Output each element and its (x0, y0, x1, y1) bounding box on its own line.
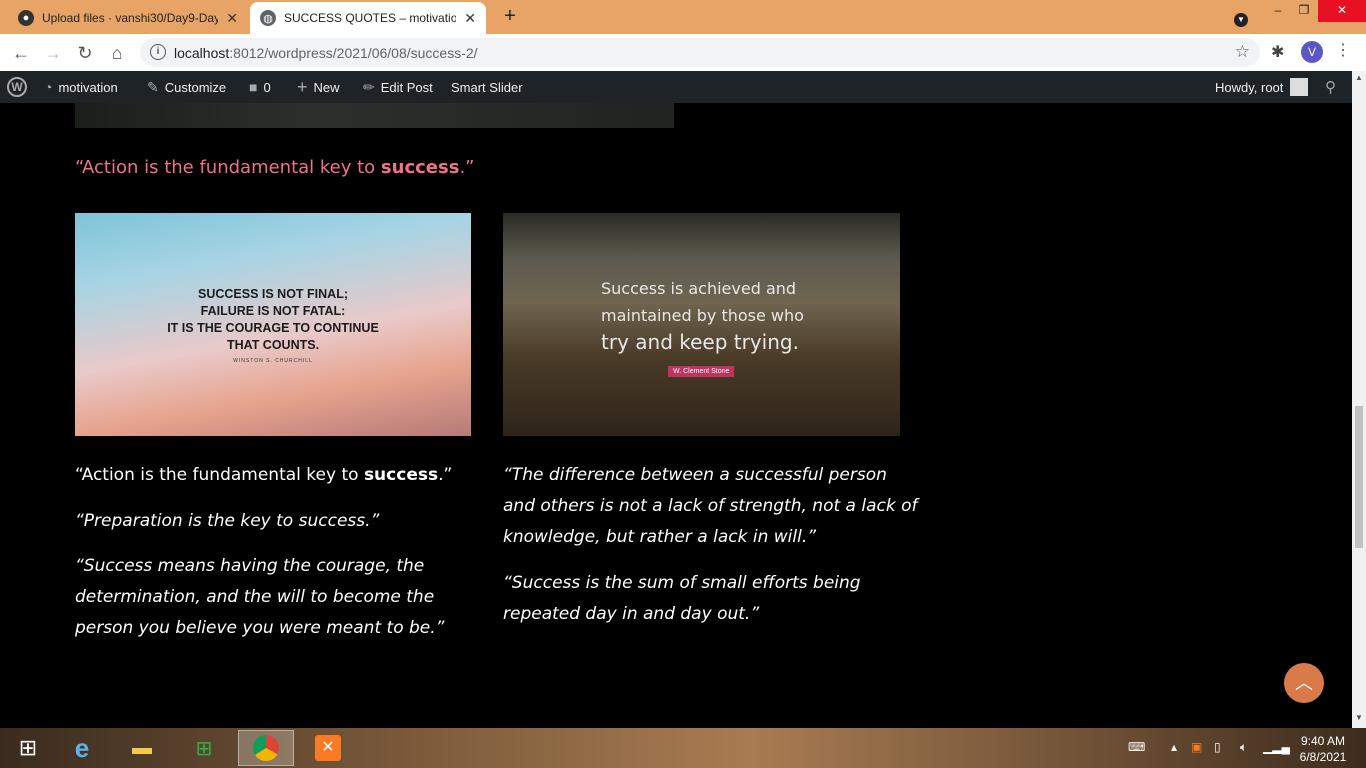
left-quote-3: “Success means having the courage, the d… (75, 556, 445, 638)
image-quote-author: W. Clement Stone (668, 366, 735, 377)
comments-link[interactable]: ■ 0 (249, 71, 271, 103)
comment-bubble-icon: ■ (249, 79, 258, 95)
profile-avatar[interactable]: V (1301, 41, 1323, 63)
image-quote-text: SUCCESS IS NOT FINAL; FAILURE IS NOT FAT… (167, 287, 379, 352)
page-scrollbar[interactable]: ▲ ▼ (1352, 71, 1366, 728)
browser-toolbar: ← → ↻ ⌂ i localhost:8012/wordpress/2021/… (0, 34, 1366, 71)
taskbar-chrome[interactable] (238, 730, 294, 766)
start-button[interactable]: ⊞ (0, 730, 56, 766)
close-tab-icon[interactable]: ✕ (456, 10, 476, 27)
admin-search-icon[interactable]: ⚲ (1325, 71, 1336, 103)
more-menu-icon[interactable]: ⋮ (1335, 40, 1351, 60)
minimize-button[interactable]: – (1266, 0, 1290, 22)
show-hidden-icons[interactable]: ▴ (1171, 740, 1177, 754)
taskbar-internet-explorer[interactable]: e (54, 730, 110, 766)
extensions-puzzle-icon[interactable]: ✱ (1271, 42, 1284, 62)
scroll-to-top-button[interactable]: ︿ (1284, 663, 1324, 703)
globe-icon: ◍ (260, 10, 276, 26)
left-quote-1: “Action is the fundamental key to succes… (75, 465, 453, 485)
url-text[interactable]: localhost:8012/wordpress/2021/06/08/succ… (174, 45, 478, 61)
scroll-up-arrow-icon[interactable]: ▲ (1355, 73, 1363, 82)
edit-post-link[interactable]: ✏ Edit Post (363, 71, 433, 103)
home-button[interactable]: ⌂ (104, 40, 130, 66)
plus-icon: + (297, 76, 308, 97)
folder-icon: ▬ (132, 736, 152, 759)
tab-upload-files[interactable]: ● Upload files · vanshi30/Day9-Day ✕ (8, 2, 248, 34)
churchill-quote-image: SUCCESS IS NOT FINAL; FAILURE IS NOT FAT… (75, 213, 471, 436)
site-info-icon[interactable]: i (150, 44, 166, 60)
user-avatar (1290, 78, 1309, 96)
dashboard-icon: ◔ (44, 79, 53, 95)
xampp-icon: ✕ (315, 735, 341, 761)
image-quote-text: Success is achieved and maintained by th… (601, 279, 804, 354)
bookmark-star-icon[interactable]: ☆ (1235, 42, 1250, 62)
store-icon: ⊞ (195, 737, 213, 760)
wp-admin-bar: W ◔ motivation ✎ Customize ■ 0 + New ✏ E… (0, 71, 1352, 103)
taskbar-xampp[interactable]: ✕ (300, 730, 356, 766)
battery-icon[interactable]: ▯ (1214, 740, 1221, 754)
wordpress-logo-icon: W (7, 77, 27, 97)
smart-slider-link[interactable]: Smart Slider (451, 71, 523, 103)
taskbar-clock[interactable]: 9:40 AM 6/8/2021 (1290, 733, 1356, 765)
image-quote-author: WINSTON S. CHURCHILL (233, 358, 313, 364)
left-quote-2: “Preparation is the key to success.” (75, 511, 380, 531)
new-content-menu[interactable]: + New (297, 71, 340, 103)
customize-link[interactable]: ✎ Customize (147, 71, 226, 103)
restore-button[interactable]: ❐ (1292, 0, 1316, 22)
pink-quote: “Action is the fundamental key to succes… (75, 157, 475, 178)
tab-success-quotes[interactable]: ◍ SUCCESS QUOTES – motivation ✕ (250, 2, 486, 34)
taskbar-store[interactable]: ⊞ (176, 730, 232, 766)
chrome-icon (253, 735, 279, 761)
post-content: “Action is the fundamental key to succes… (0, 103, 1352, 728)
wp-logo-menu[interactable]: W (7, 71, 27, 103)
stone-quote-image: Success is achieved and maintained by th… (503, 213, 900, 436)
back-button[interactable]: ← (8, 40, 34, 66)
site-name-menu[interactable]: ◔ motivation (44, 71, 118, 103)
network-signal-icon[interactable]: ▁▂▄ (1263, 740, 1290, 754)
taskbar-file-explorer[interactable]: ▬ (114, 730, 170, 766)
keyboard-icon[interactable]: ⌨ (1128, 740, 1145, 754)
new-tab-button[interactable]: + (498, 4, 522, 28)
github-icon: ● (18, 10, 34, 26)
internet-explorer-icon: e (74, 732, 90, 763)
close-tab-icon[interactable]: ✕ (218, 10, 238, 27)
windows-taskbar: ⊞ e ▬ ⊞ ✕ ⌨ ▴ ▣ ▯ 🔈︎ ▁▂▄ 9:40 AM 6/8/202… (0, 728, 1366, 768)
scrollbar-thumb[interactable] (1355, 406, 1363, 548)
pencil-icon: ✏ (363, 78, 375, 95)
close-window-button[interactable]: ✕ (1318, 0, 1366, 22)
scroll-down-arrow-icon[interactable]: ▼ (1355, 713, 1363, 722)
right-quote-2: “Success is the sum of small efforts bei… (503, 573, 861, 624)
windows-logo-icon: ⊞ (18, 735, 38, 760)
my-account-menu[interactable]: Howdy, root (1215, 71, 1309, 103)
browser-tab-strip: ● Upload files · vanshi30/Day9-Day ✕ ◍ S… (0, 0, 1366, 34)
header-image (75, 103, 674, 128)
address-bar[interactable]: i localhost:8012/wordpress/2021/06/08/su… (140, 38, 1260, 67)
volume-icon[interactable]: 🔈︎ (1240, 740, 1247, 755)
right-quote-1: “The difference between a successful per… (503, 465, 918, 547)
brush-icon: ✎ (147, 78, 159, 95)
reload-button[interactable]: ↻ (72, 40, 98, 66)
xampp-tray-icon[interactable]: ▣ (1191, 740, 1202, 754)
forward-button[interactable]: → (40, 40, 66, 66)
chrome-menu-icon[interactable]: ▼ (1230, 8, 1252, 27)
